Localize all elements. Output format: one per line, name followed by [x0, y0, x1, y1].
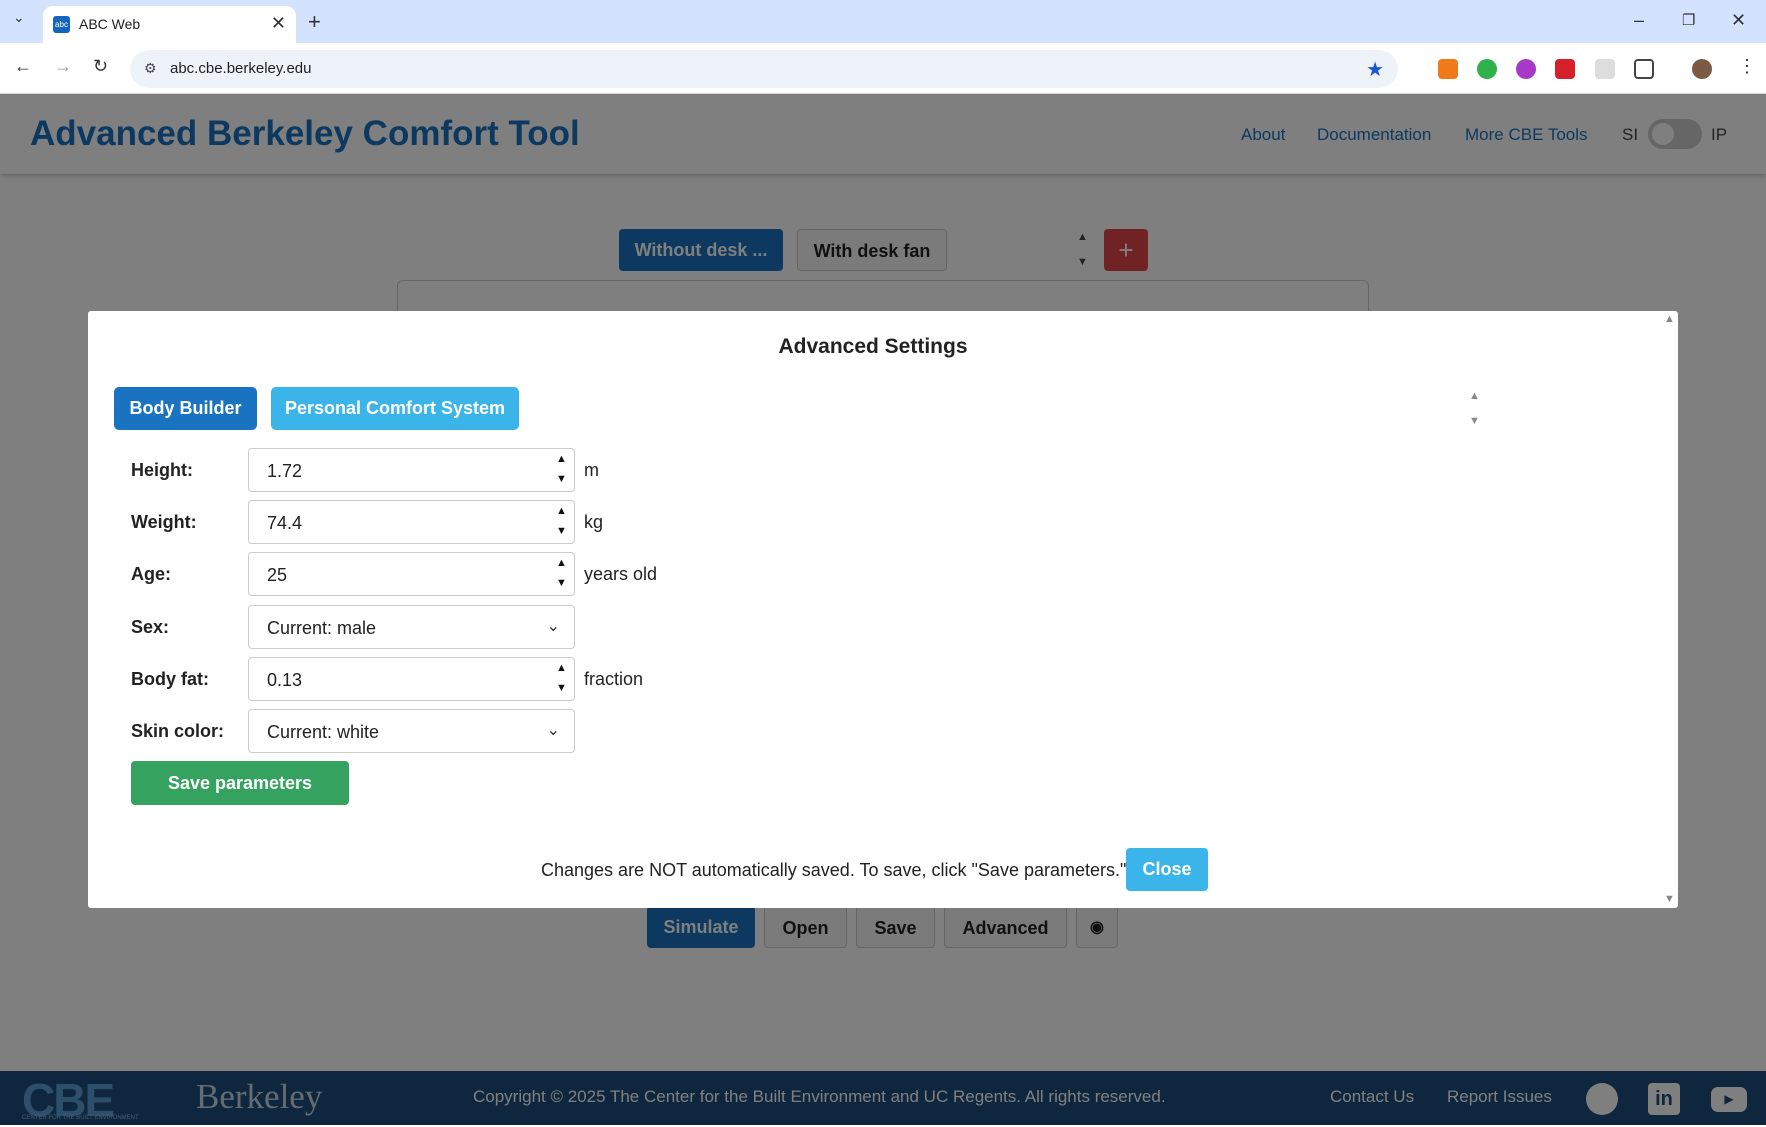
tab-search-chevron-icon[interactable]: ⌄: [13, 9, 25, 26]
weight-stepper[interactable]: ▲ ▼: [548, 501, 574, 543]
extensions-puzzle-icon[interactable]: [1634, 59, 1654, 79]
height-unit: m: [584, 460, 599, 480]
profile-avatar[interactable]: [1692, 59, 1712, 79]
tabs-scroll-down-icon[interactable]: ▼: [1469, 415, 1480, 427]
url-text: abc.cbe.berkeley.edu: [170, 60, 312, 77]
modal-scroll-up-icon[interactable]: ▲: [1664, 313, 1675, 325]
weight-input[interactable]: 74.4 ▲ ▼: [248, 500, 575, 544]
evernote-icon[interactable]: [1477, 59, 1497, 79]
sex-label: Sex:: [131, 617, 170, 637]
browser-tab[interactable]: abc ABC Web ✕: [43, 6, 296, 43]
chevron-down-icon: ⌄: [546, 618, 560, 635]
height-input[interactable]: 1.72 ▲ ▼: [248, 448, 575, 492]
minimize-icon[interactable]: –: [1634, 10, 1644, 31]
tab-title: ABC Web: [79, 16, 141, 32]
menu-kebab-icon[interactable]: ⋮: [1738, 56, 1756, 77]
age-unit: years old: [584, 564, 658, 584]
age-input[interactable]: 25 ▲ ▼: [248, 552, 575, 596]
browser-toolbar: ← → ↻ ⚙ abc.cbe.berkeley.edu ★ ⋮: [0, 43, 1766, 94]
age-label: Age:: [131, 564, 171, 584]
advanced-settings-modal: ▲ ▼ Advanced Settings Body Builder Perso…: [88, 311, 1678, 908]
window-close-icon[interactable]: ✕: [1731, 10, 1746, 31]
favicon-icon: abc: [53, 16, 70, 33]
document-icon[interactable]: [1595, 59, 1615, 79]
unsaved-changes-note: Changes are NOT automatically saved. To …: [541, 860, 1127, 880]
restore-icon[interactable]: ❐: [1682, 11, 1695, 29]
body-fat-label: Body fat:: [131, 669, 209, 689]
chevron-down-icon: ⌄: [546, 722, 560, 739]
modal-title: Advanced Settings: [778, 335, 968, 358]
extension-purple-icon[interactable]: [1516, 59, 1536, 79]
tab-personal-comfort-system[interactable]: Personal Comfort System: [271, 387, 519, 430]
forward-icon[interactable]: →: [54, 56, 72, 77]
site-info-icon[interactable]: ⚙: [144, 60, 157, 77]
body-fat-unit: fraction: [584, 669, 644, 689]
skin-color-label: Skin color:: [131, 721, 225, 741]
reload-icon[interactable]: ↻: [93, 56, 108, 77]
browser-tab-strip: ⌄ abc ABC Web ✕ + – ❐ ✕: [0, 0, 1766, 43]
back-icon[interactable]: ←: [14, 56, 32, 77]
skin-color-select[interactable]: Current: white ⌄: [248, 709, 575, 753]
close-tab-icon[interactable]: ✕: [271, 13, 286, 34]
weight-unit: kg: [584, 512, 604, 532]
body-fat-stepper[interactable]: ▲ ▼: [548, 658, 574, 700]
extension-red-icon[interactable]: [1555, 59, 1575, 79]
height-label: Height:: [131, 460, 193, 480]
new-tab-icon[interactable]: +: [308, 9, 321, 35]
bookmark-star-icon[interactable]: ★: [1366, 57, 1384, 82]
address-bar[interactable]: ⚙ abc.cbe.berkeley.edu ★: [130, 50, 1398, 88]
weight-label: Weight:: [131, 512, 197, 532]
tab-body-builder[interactable]: Body Builder: [114, 387, 257, 430]
close-button[interactable]: Close: [1126, 848, 1208, 891]
height-stepper[interactable]: ▲ ▼: [548, 449, 574, 491]
modal-scroll-down-icon[interactable]: ▼: [1664, 893, 1675, 905]
tabs-scroll-up-icon[interactable]: ▲: [1469, 390, 1480, 402]
save-parameters-button[interactable]: Save parameters: [131, 761, 349, 805]
age-stepper[interactable]: ▲ ▼: [548, 553, 574, 595]
sex-select[interactable]: Current: male ⌄: [248, 605, 575, 649]
body-fat-input[interactable]: 0.13 ▲ ▼: [248, 657, 575, 701]
extension-sc-icon[interactable]: [1438, 59, 1458, 79]
